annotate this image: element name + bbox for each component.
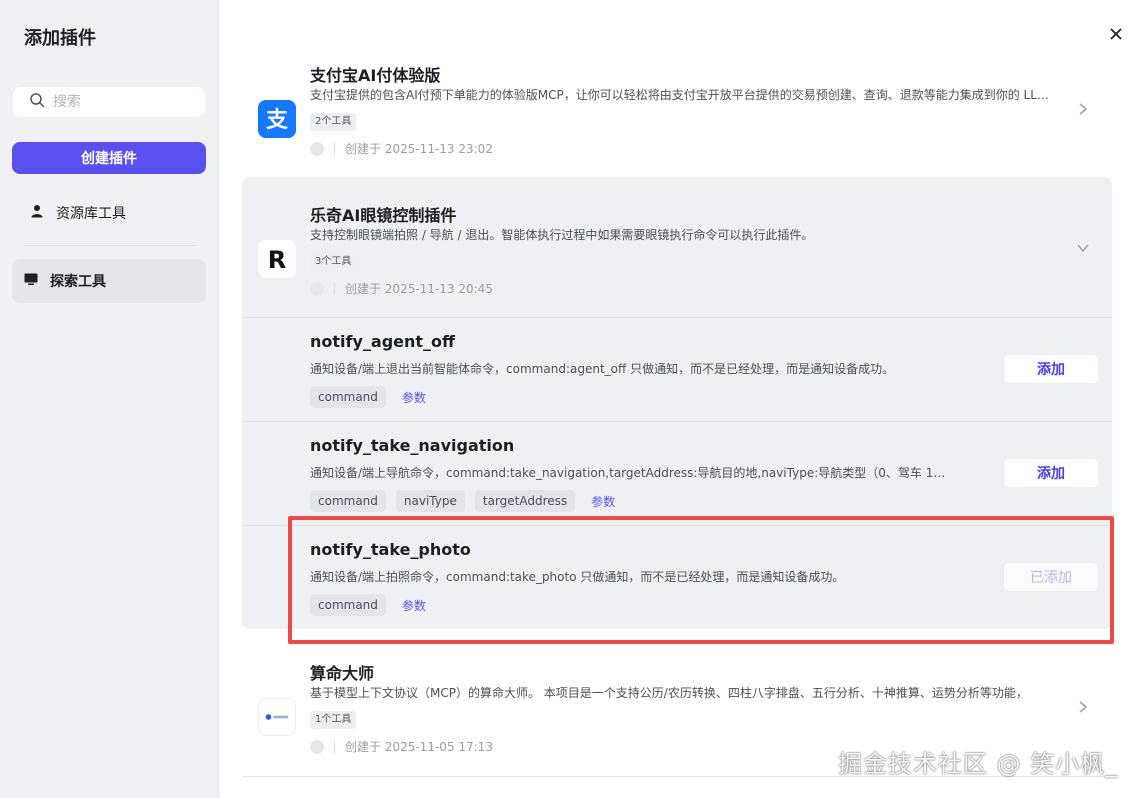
plugin-list: 支 支付宝AI付体验版 支付宝提供的包含AI付预下单能力的体验版MCP，让你可以… [220,0,1136,798]
plugin-card-rokid[interactable]: R 乐奇AI眼镜控制插件 支持控制眼镜端拍照 / 导航 / 退出。智能体执行过程… [242,180,1112,317]
tool-description: 通知设备/端上退出当前智能体命令，command:agent_off 只做通知，… [310,362,895,376]
create-plugin-button[interactable]: 创建插件 [12,142,206,174]
meta-separator [334,282,335,295]
tool-row-notify-take-navigation: notify_take_navigation 通知设备/端上导航命令，comma… [242,421,1112,525]
tool-description: 通知设备/端上导航命令，command:take_navigation,targ… [310,466,950,480]
created-time: 创建于 2025-11-05 17:13 [345,740,493,754]
watermark: 掘金技术社区 @ 笑小枫_ [838,750,1119,778]
tool-count-badge: 2个工具 [310,113,357,131]
svg-text:R: R [268,246,286,274]
plugin-title: 算命大师 [310,664,375,683]
svg-text:支: 支 [266,108,289,133]
plugin-description: 支付宝提供的包含AI付预下单能力的体验版MCP，让你可以轻松将由支付宝开放平台提… [310,88,1055,102]
chevron-right-icon[interactable] [1076,699,1090,713]
nav-item-label: 探索工具 [50,274,106,290]
alipay-icon: 支 [258,100,296,138]
user-icon [30,204,56,222]
plugin-meta: 创建于 2025-11-13 20:45 [310,280,493,297]
param-tag: command [310,490,386,512]
tool-name: notify_agent_off [310,332,455,351]
add-tool-button[interactable]: 添加 [1003,354,1099,384]
tool-name: notify_take_navigation [310,436,515,455]
search-input[interactable] [53,94,193,110]
search-icon [29,92,45,112]
search-box[interactable] [13,87,205,117]
param-tags: command naviType targetAddress 参数 [310,490,615,512]
add-tool-button[interactable]: 添加 [1003,458,1099,488]
avatar [310,739,324,754]
created-time: 创建于 2025-11-13 20:45 [345,282,493,296]
chevron-right-icon[interactable] [1076,101,1090,115]
chevron-down-icon[interactable] [1076,240,1090,254]
plugin-description: 基于模型上下文协议（MCP）的算命大师。 本项目是一个支持公历/农历转换、四柱八… [310,686,1028,700]
plugin-description: 支持控制眼镜端拍照 / 导航 / 退出。智能体执行过程中如果需要眼镜执行命令可以… [310,228,814,242]
tool-count-badge: 1个工具 [310,711,357,729]
params-link[interactable]: 参数 [591,493,615,510]
fortune-logo-icon [258,698,296,736]
avatar [310,141,324,156]
tool-count-badge: 3个工具 [310,253,357,271]
nav-item-resource-library[interactable]: 资源库工具 [12,191,206,235]
highlight-box [288,516,1114,644]
created-time: 创建于 2025-11-13 23:02 [345,142,493,156]
plugin-title: 支付宝AI付体验版 [310,66,441,85]
rokid-r-icon: R [258,240,296,278]
nav-item-label: 资源库工具 [56,206,126,222]
plugin-meta: 创建于 2025-11-05 17:13 [310,738,493,755]
nav-divider [24,245,196,246]
meta-separator [334,142,335,155]
param-tag: targetAddress [474,490,576,512]
param-tag: command [310,386,386,408]
params-link[interactable]: 参数 [402,389,426,406]
param-tag: naviType [395,490,465,512]
monitor-icon [24,272,50,290]
plugin-meta: 创建于 2025-11-13 23:02 [310,140,493,157]
tool-row-notify-agent-off: notify_agent_off 通知设备/端上退出当前智能体命令，comman… [242,317,1112,421]
meta-separator [334,740,335,753]
avatar [310,281,324,296]
sidebar: 添加插件 创建插件 资源库工具 探索工具 [0,0,219,798]
param-tags: command 参数 [310,386,426,408]
nav-item-explore[interactable]: 探索工具 [12,259,206,303]
plugin-title: 乐奇AI眼镜控制插件 [310,206,457,225]
plugin-card-alipay[interactable]: 支 支付宝AI付体验版 支付宝提供的包含AI付预下单能力的体验版MCP，让你可以… [242,40,1112,176]
dialog-title: 添加插件 [24,28,96,49]
